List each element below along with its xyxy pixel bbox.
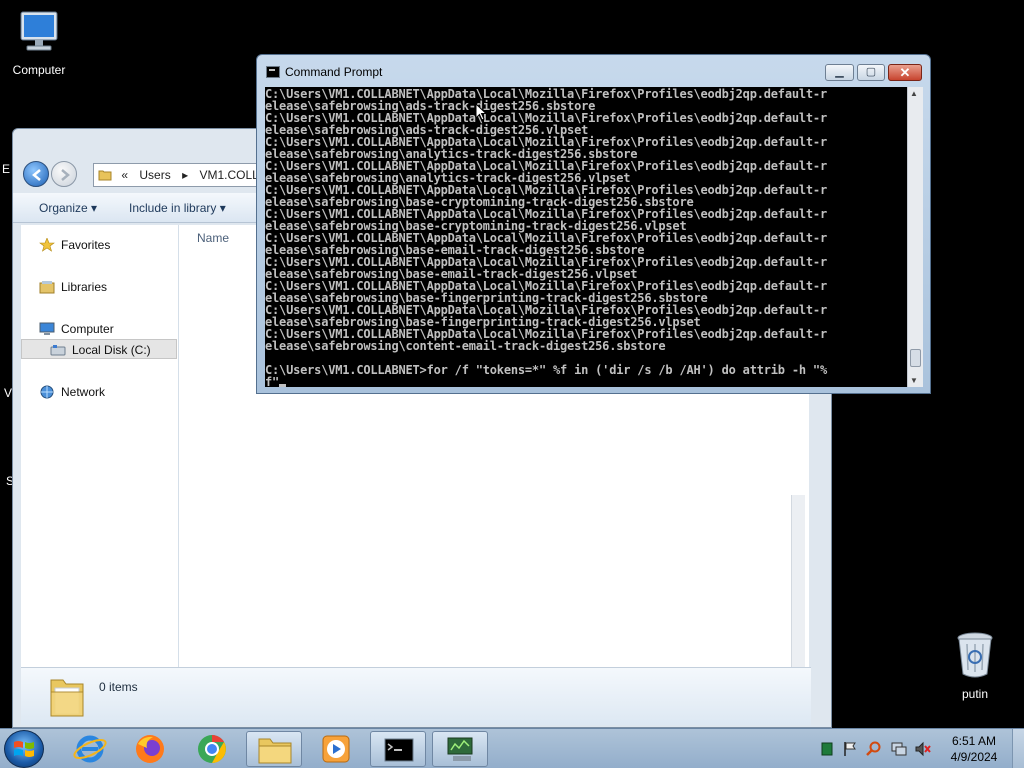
folder-small-icon	[98, 170, 112, 181]
cmd-app-icon	[266, 66, 280, 78]
include-in-library-button[interactable]: Include in library ▾	[129, 201, 226, 215]
taskbar: 6:51 AM 4/9/2024	[0, 728, 1024, 768]
recycle-bin-label: putin	[961, 687, 989, 701]
explorer-scrollbar[interactable]	[791, 495, 805, 695]
recycle-bin-icon	[957, 632, 993, 678]
maximize-button[interactable]: ▢	[857, 64, 885, 81]
console-output[interactable]: C:\Users\VM1.COLLABNET\AppData\Local\Moz…	[265, 87, 907, 387]
back-button[interactable]	[23, 161, 49, 187]
column-header-name[interactable]: Name	[197, 231, 229, 245]
clock-date: 4/9/2024	[950, 750, 998, 764]
desktop-edge-letter-2: V	[4, 386, 13, 400]
command-prompt-icon	[384, 738, 414, 762]
star-icon	[39, 238, 55, 252]
taskbar-chrome[interactable]	[184, 731, 240, 767]
nav-computer-label: Computer	[61, 322, 114, 336]
start-button[interactable]	[4, 730, 44, 768]
cmd-window-title: Command Prompt	[285, 65, 383, 79]
libraries-icon	[39, 281, 55, 294]
console-line: f"	[265, 376, 827, 387]
chrome-icon	[198, 735, 226, 763]
taskbar-firefox[interactable]	[122, 731, 178, 767]
computer-small-icon	[39, 322, 55, 335]
internet-explorer-icon	[73, 735, 107, 763]
folder-large-icon	[50, 679, 84, 717]
navigation-pane: Favorites Libraries Computer Local Disk …	[21, 225, 179, 667]
taskbar-windows-explorer[interactable]	[246, 731, 302, 767]
item-count: 0 items	[99, 680, 138, 694]
taskbar-command-prompt[interactable]	[370, 731, 426, 767]
taskbar-clock[interactable]: 6:51 AM 4/9/2024	[942, 733, 1006, 765]
close-icon: ✕	[899, 65, 911, 80]
details-pane: 0 items	[21, 667, 811, 725]
breadcrumb-overflow[interactable]: «	[121, 168, 128, 182]
forward-arrow-icon	[61, 169, 70, 181]
mouse-cursor-icon	[475, 103, 487, 121]
taskbar-media-player[interactable]	[308, 731, 364, 767]
nav-favorites-label: Favorites	[61, 238, 111, 252]
tray-app-icon[interactable]	[820, 742, 834, 756]
action-center-flag-icon[interactable]	[842, 741, 858, 757]
nav-favorites[interactable]: Favorites	[21, 235, 177, 255]
console-scrollbar[interactable]: ▲ ▼	[907, 87, 923, 387]
nav-network[interactable]: Network	[21, 382, 177, 402]
computer-icon	[20, 11, 58, 51]
network-icon	[40, 385, 54, 399]
scroll-down-icon[interactable]: ▼	[910, 376, 918, 385]
forward-button[interactable]	[51, 161, 77, 187]
network-status-icon[interactable]	[890, 741, 908, 757]
breadcrumb-separator[interactable]: ▸	[182, 168, 188, 182]
desktop-recycle-bin-icon[interactable]: putin	[940, 630, 1010, 701]
scroll-up-icon[interactable]: ▲	[910, 89, 918, 98]
console-lines: C:\Users\VM1.COLLABNET\AppData\Local\Moz…	[265, 88, 827, 387]
network-monitor-icon	[447, 737, 473, 761]
folder-icon	[258, 738, 292, 764]
organize-button[interactable]: Organize ▾	[39, 201, 97, 215]
back-arrow-icon	[32, 169, 41, 181]
nav-local-disk[interactable]: Local Disk (C:)	[21, 339, 177, 359]
console-line: elease\safebrowsing\content-email-track-…	[265, 339, 666, 353]
firefox-icon	[136, 735, 164, 763]
windows-logo-icon	[14, 741, 34, 757]
nav-libraries-label: Libraries	[61, 280, 108, 294]
clock-time: 6:51 AM	[951, 734, 997, 748]
nav-network-label: Network	[61, 385, 106, 399]
console-line: C:\Users\VM1.COLLABNET>for /f "tokens=*"…	[265, 363, 827, 377]
search-icon[interactable]	[866, 741, 882, 757]
desktop-computer-label: Computer	[12, 63, 66, 77]
desktop-computer-icon[interactable]: Computer	[4, 8, 74, 77]
desktop-edge-letter-1: E	[2, 162, 11, 176]
drive-icon	[50, 345, 66, 356]
minimize-icon: ▁	[835, 66, 844, 78]
nav-local-disk-label: Local Disk (C:)	[72, 343, 151, 357]
text-cursor	[279, 384, 287, 387]
command-prompt-window[interactable]: Command Prompt ▁ ▢ ✕ C:\Users\VM1.COLLAB…	[256, 54, 931, 394]
maximize-icon: ▢	[865, 66, 877, 78]
volume-muted-icon[interactable]	[914, 741, 932, 757]
taskbar-network-app[interactable]	[432, 731, 488, 767]
media-player-icon	[322, 735, 350, 763]
nav-libraries[interactable]: Libraries	[21, 277, 177, 297]
close-button[interactable]: ✕	[888, 64, 922, 81]
show-desktop-button[interactable]	[1012, 729, 1024, 768]
nav-computer[interactable]: Computer	[21, 319, 177, 339]
taskbar-internet-explorer[interactable]	[62, 731, 118, 767]
scroll-thumb[interactable]	[910, 349, 921, 367]
minimize-button[interactable]: ▁	[825, 64, 854, 81]
breadcrumb-users[interactable]: Users	[139, 168, 170, 182]
